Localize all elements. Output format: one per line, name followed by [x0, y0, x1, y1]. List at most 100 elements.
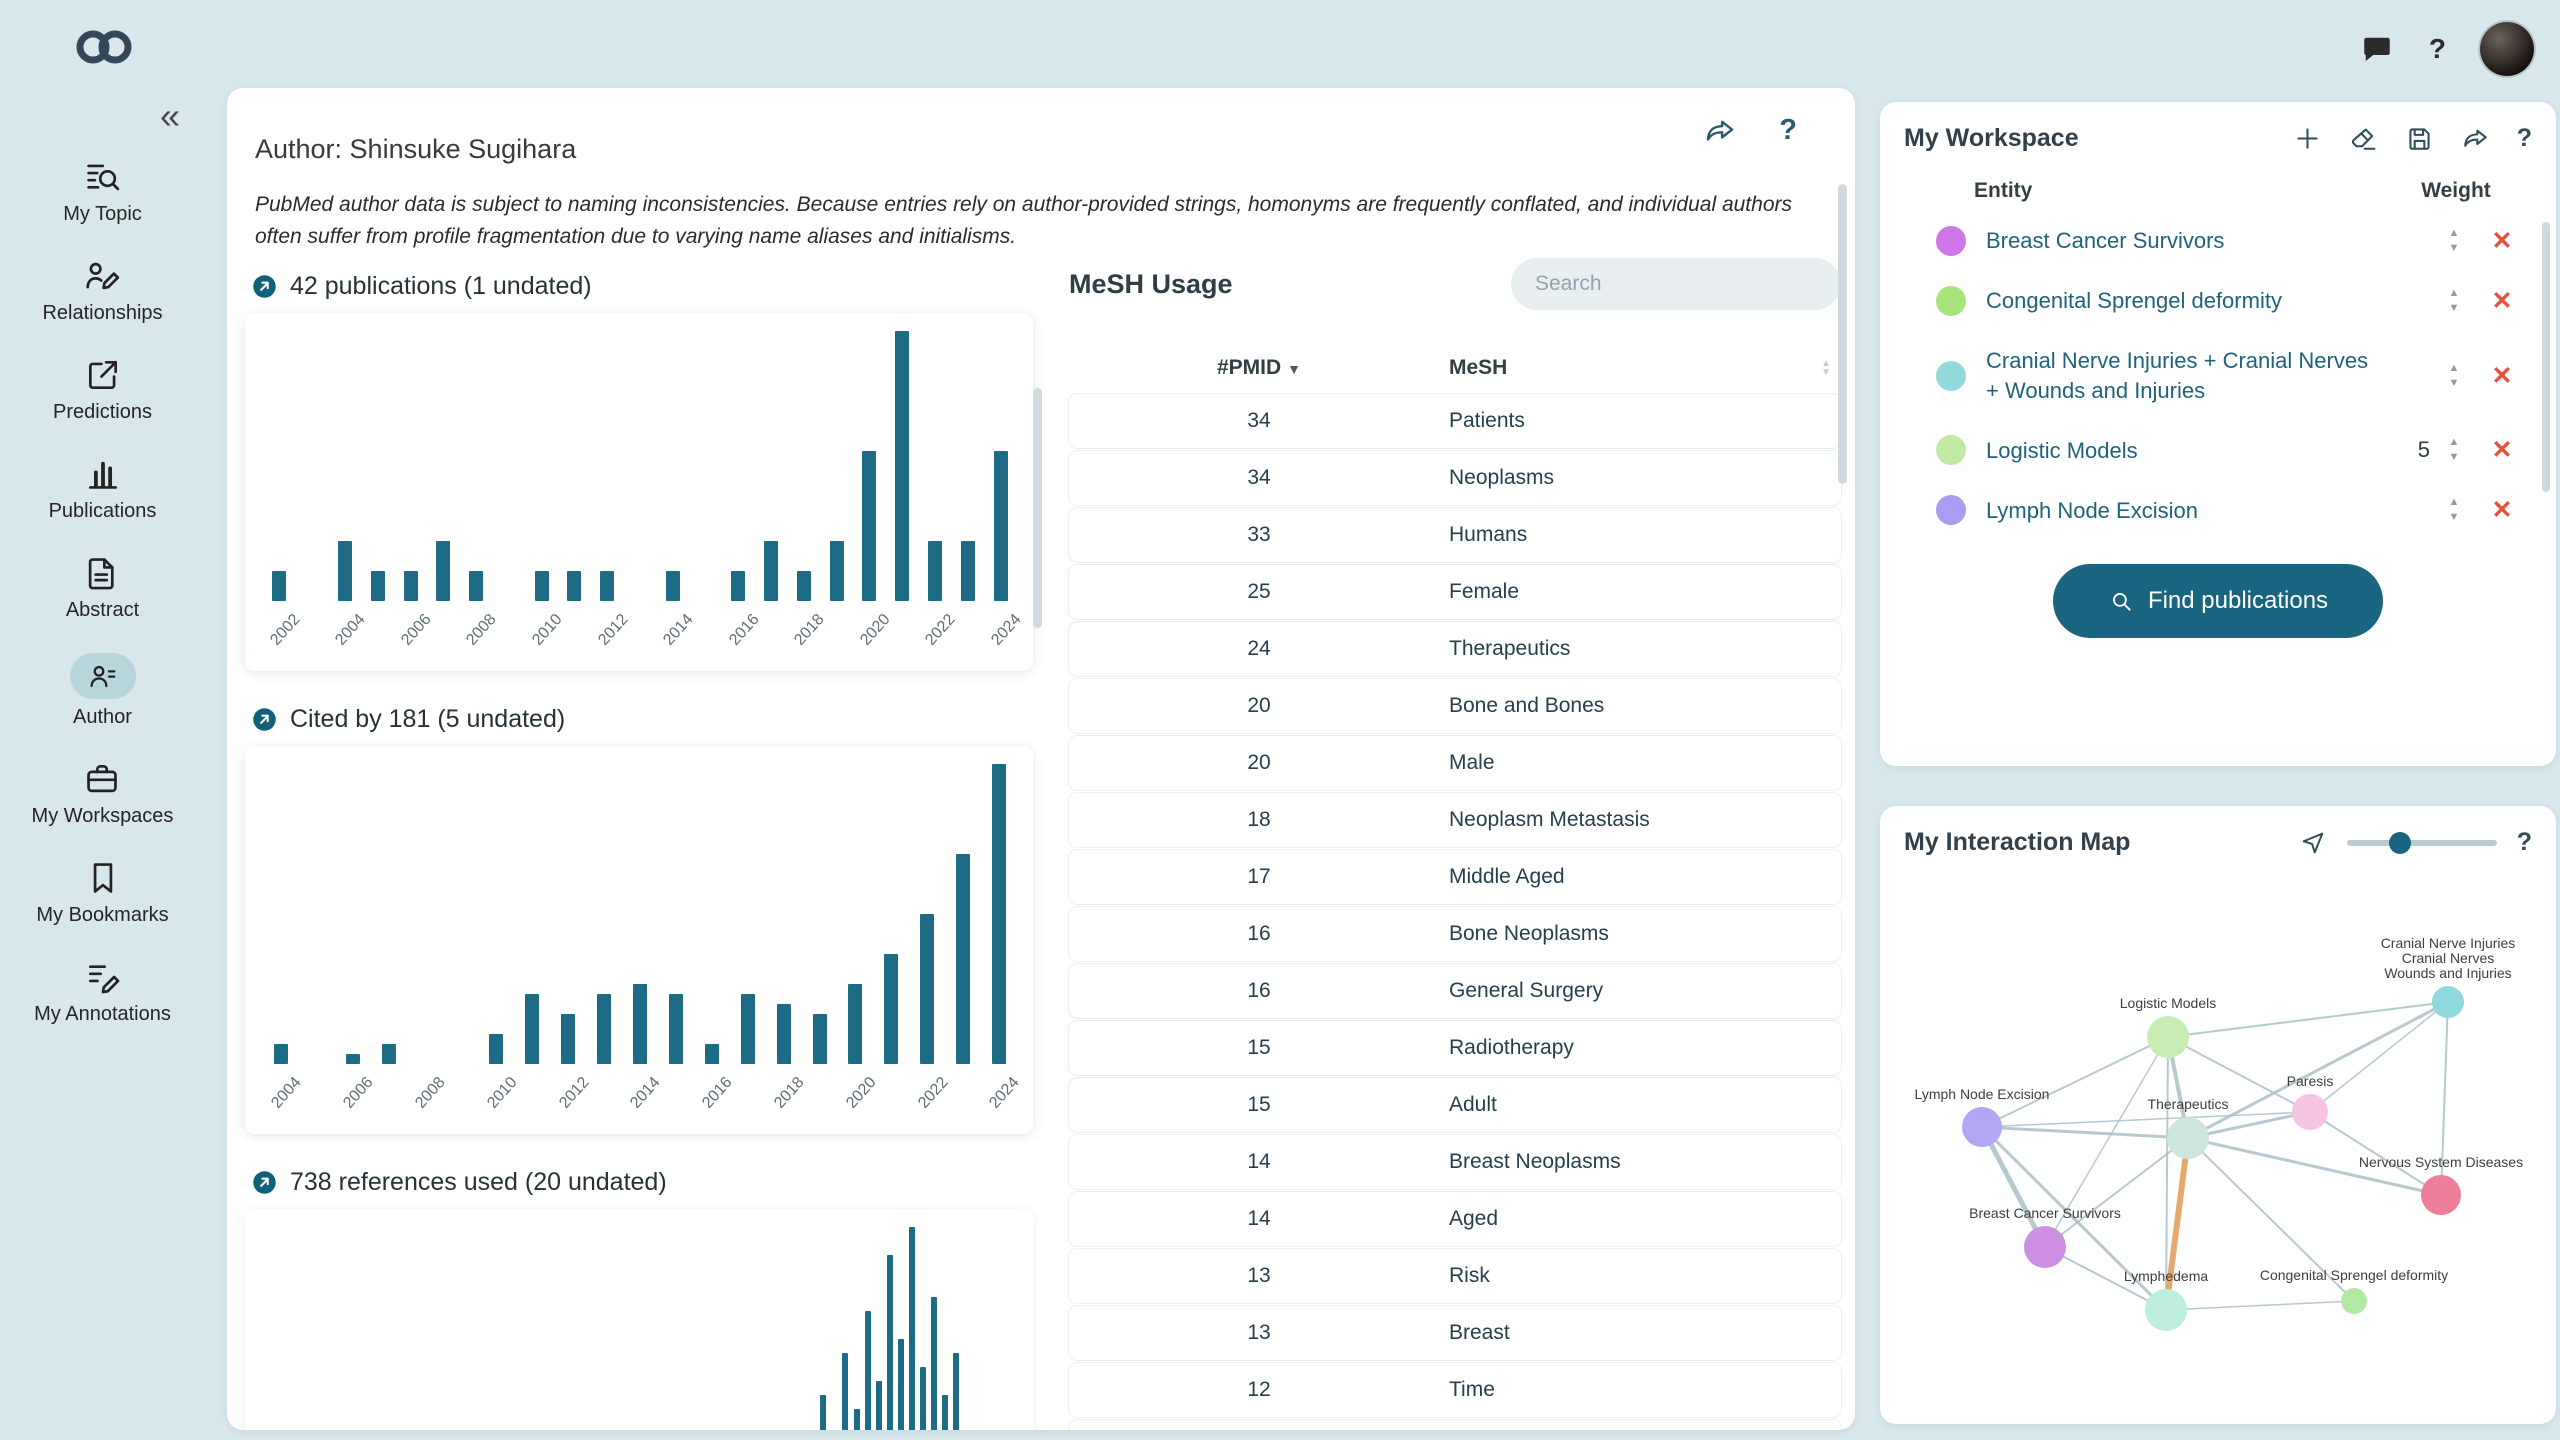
- external-link-icon[interactable]: [251, 706, 278, 733]
- stepper-up-icon[interactable]: ▲: [2449, 497, 2460, 508]
- entity-remove-button[interactable]: ✕: [2474, 226, 2530, 256]
- help-button[interactable]: ?: [2429, 33, 2446, 65]
- sidebar-item-relationships[interactable]: Relationships: [42, 257, 162, 325]
- stepper-up-icon[interactable]: ▲: [2449, 228, 2460, 239]
- workspace-scrollbar[interactable]: [2542, 222, 2550, 492]
- map-edge-lymphnode-paresis: [1982, 1112, 2310, 1127]
- mesh-table-row[interactable]: 16General Surgery: [1069, 964, 1841, 1018]
- map-node-lymphnode[interactable]: [1962, 1107, 2002, 1147]
- chart-x-label: 2006: [340, 1074, 377, 1112]
- sidebar-item-predictions[interactable]: Predictions: [53, 356, 152, 424]
- map-node-lymphedema[interactable]: [2145, 1289, 2187, 1331]
- sidebar-collapse-button[interactable]: «: [160, 98, 180, 134]
- map-node-cranial[interactable]: [2432, 986, 2464, 1018]
- mesh-table-row[interactable]: 25Female: [1069, 565, 1841, 619]
- chart-bar: [887, 1255, 893, 1430]
- entity-weight-stepper[interactable]: ▲▼: [2434, 437, 2474, 463]
- external-link-icon[interactable]: [251, 1169, 278, 1196]
- predictions-icon: [84, 356, 122, 394]
- mesh-term: Therapeutics: [1449, 637, 1841, 661]
- mesh-table-row[interactable]: 13Risk: [1069, 1249, 1841, 1303]
- stepper-down-icon[interactable]: ▼: [2449, 303, 2460, 314]
- sort-desc-icon[interactable]: ▼: [1287, 361, 1301, 377]
- sidebar-item-abstract[interactable]: Abstract: [66, 554, 139, 622]
- map-node-paresis[interactable]: [2292, 1094, 2328, 1130]
- mesh-table-row[interactable]: 15Adult: [1069, 1078, 1841, 1132]
- map-node-breast[interactable]: [2024, 1226, 2066, 1268]
- external-link-icon[interactable]: [251, 273, 278, 300]
- pmid-column-header[interactable]: #PMID▼: [1069, 356, 1449, 380]
- mesh-table-row[interactable]: 15Radiotherapy: [1069, 1021, 1841, 1075]
- sidebar-item-my-annotations[interactable]: My Annotations: [34, 958, 171, 1026]
- map-node-logistic[interactable]: [2147, 1016, 2189, 1058]
- map-node-therapeutics[interactable]: [2167, 1117, 2209, 1159]
- mesh-table-row[interactable]: 24Therapeutics: [1069, 622, 1841, 676]
- stepper-down-icon[interactable]: ▼: [2449, 243, 2460, 254]
- slider-thumb[interactable]: [2389, 832, 2411, 854]
- sidebar-item-my-workspaces[interactable]: My Workspaces: [32, 760, 174, 828]
- share-workspace-icon[interactable]: [2461, 124, 2490, 153]
- mesh-column-header[interactable]: MeSH ▲▼: [1449, 356, 1841, 380]
- mesh-table-row[interactable]: 33Humans: [1069, 508, 1841, 562]
- save-workspace-icon[interactable]: [2405, 124, 2434, 153]
- sidebar-item-my-topic[interactable]: My Topic: [63, 158, 142, 226]
- pan-cursor-icon[interactable]: [2299, 829, 2327, 857]
- map-node-congenital[interactable]: [2341, 1288, 2367, 1314]
- mesh-term: Risk: [1449, 1264, 1841, 1288]
- find-publications-button[interactable]: Find publications: [2053, 564, 2383, 638]
- mesh-table-row[interactable]: 14Aged: [1069, 1192, 1841, 1246]
- entity-name: Breast Cancer Survivors: [1986, 226, 2378, 256]
- mesh-table-row[interactable]: 14Breast Neoplasms: [1069, 1135, 1841, 1189]
- chart-slot: [802, 764, 838, 1064]
- clear-workspace-icon[interactable]: [2349, 124, 2378, 153]
- entity-remove-button[interactable]: ✕: [2474, 495, 2530, 525]
- mesh-table-row[interactable]: 20Male: [1069, 736, 1841, 790]
- stepper-up-icon[interactable]: ▲: [2449, 363, 2460, 374]
- stepper-down-icon[interactable]: ▼: [2449, 378, 2460, 389]
- sidebar-item-author[interactable]: Author: [70, 653, 136, 729]
- charts-column-scrollbar[interactable]: [1033, 388, 1042, 628]
- bookmarks-icon: [84, 859, 122, 897]
- mesh-pmid-count: 14: [1069, 1207, 1449, 1231]
- entity-weight-stepper[interactable]: ▲▼: [2434, 497, 2474, 523]
- map-help-button[interactable]: ?: [2517, 828, 2532, 857]
- mesh-table-row[interactable]: 18Neoplasm Metastasis: [1069, 793, 1841, 847]
- main-panel-scrollbar[interactable]: [1838, 184, 1847, 484]
- mesh-table-row[interactable]: 13Breast: [1069, 1306, 1841, 1360]
- workspaces-icon: [83, 760, 121, 798]
- mesh-table-row[interactable]: 34Neoplasms: [1069, 451, 1841, 505]
- map-node-nervous[interactable]: [2421, 1175, 2461, 1215]
- entity-weight-stepper[interactable]: ▲▼: [2434, 228, 2474, 254]
- chart-x-label: 2016: [699, 1074, 736, 1112]
- entity-remove-button[interactable]: ✕: [2474, 435, 2530, 465]
- interaction-map-canvas[interactable]: Cranial Nerve InjuriesCranial NervesWoun…: [1904, 880, 2532, 1405]
- stepper-down-icon[interactable]: ▼: [2449, 452, 2460, 463]
- sort-idle-icon[interactable]: ▲▼: [1821, 359, 1831, 377]
- sidebar-item-publications[interactable]: Publications: [49, 455, 157, 523]
- mesh-table-row[interactable]: 16Bone Neoplasms: [1069, 907, 1841, 961]
- panel-help-button[interactable]: ?: [1779, 114, 1797, 147]
- map-zoom-slider[interactable]: [2347, 832, 2497, 854]
- entity-weight-stepper[interactable]: ▲▼: [2434, 288, 2474, 314]
- entity-remove-button[interactable]: ✕: [2474, 361, 2530, 391]
- sidebar-item-my-bookmarks[interactable]: My Bookmarks: [36, 859, 168, 927]
- mesh-table-row[interactable]: 17Middle Aged: [1069, 850, 1841, 904]
- mesh-table-row[interactable]: 20Bone and Bones: [1069, 679, 1841, 733]
- user-avatar[interactable]: [2480, 22, 2534, 76]
- chat-bubble-icon[interactable]: [2359, 31, 2395, 67]
- stepper-up-icon[interactable]: ▲: [2449, 437, 2460, 448]
- entity-remove-button[interactable]: ✕: [2474, 286, 2530, 316]
- stepper-down-icon[interactable]: ▼: [2449, 512, 2460, 523]
- mesh-table-row[interactable]: 12Human Body: [1069, 1420, 1841, 1430]
- entity-weight-stepper[interactable]: ▲▼: [2434, 363, 2474, 389]
- chart-bar: [953, 1353, 959, 1430]
- mesh-table-row[interactable]: 12Time: [1069, 1363, 1841, 1417]
- add-entity-icon[interactable]: [2293, 124, 2322, 153]
- chart-slot: [441, 1227, 452, 1430]
- stepper-up-icon[interactable]: ▲: [2449, 288, 2460, 299]
- workspace-help-button[interactable]: ?: [2517, 124, 2532, 153]
- chart-bar: [436, 541, 450, 601]
- mesh-search-input[interactable]: [1511, 258, 1841, 310]
- mesh-table-row[interactable]: 34Patients: [1069, 394, 1841, 448]
- share-icon[interactable]: [1703, 114, 1737, 148]
